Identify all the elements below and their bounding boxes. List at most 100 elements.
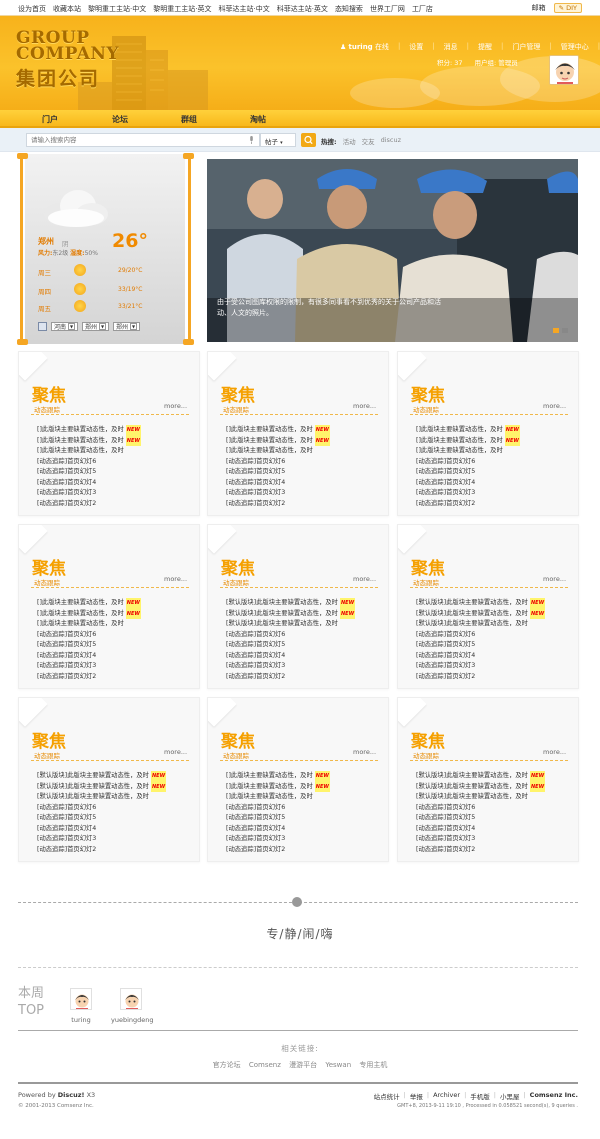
list-item[interactable]: [动态追踪]首页幻灯6 <box>226 630 355 641</box>
list-item[interactable]: [动态追踪]首页幻灯3 <box>226 834 330 845</box>
top-link-homepage[interactable]: 设为首页 <box>18 4 46 14</box>
list-item[interactable]: []此版块主要缺置动态性，及时 NEW <box>226 435 330 446</box>
top-link-kefeida-en[interactable]: 科菲达主站·英文 <box>277 4 328 14</box>
list-item[interactable]: [默认版块]此版块主要缺置动态性，及时 NEW <box>226 608 356 619</box>
top-link-liming-en[interactable]: 黎明重工主站·英文 <box>153 4 211 14</box>
related-link[interactable]: Comsenz <box>249 1061 281 1069</box>
list-item[interactable]: [默认版块]此版块主要缺置动态性，及时 NEW <box>416 771 546 782</box>
list-item[interactable]: []此版块主要缺置动态性，及时 NEW <box>37 608 141 619</box>
user-status[interactable]: ♟ turing 在线 <box>340 42 389 52</box>
search-type-select[interactable]: 帖子 ▾ <box>260 133 296 147</box>
list-item[interactable]: [默认版块]此版块主要缺置动态性，及时 NEW <box>226 598 356 609</box>
top-user[interactable]: turing <box>61 988 101 1024</box>
footer-link-mobile[interactable]: 手机版 <box>470 1091 490 1101</box>
list-item[interactable]: [动态追踪]首页幻灯3 <box>226 488 330 499</box>
mail-link[interactable]: 邮箱 <box>532 3 546 13</box>
list-item[interactable]: [默认版块]此版块主要缺置动态性，及时 NEW <box>37 771 167 782</box>
list-item[interactable]: [动态追踪]首页幻灯4 <box>37 824 166 835</box>
more-link[interactable]: more... <box>164 402 187 410</box>
top-user[interactable]: yuebingdeng <box>111 988 154 1024</box>
list-item[interactable]: [动态追踪]首页幻灯3 <box>416 834 545 845</box>
list-item[interactable]: [动态追踪]首页幻灯6 <box>416 803 545 814</box>
top-link-liming-cn[interactable]: 黎明重工主站·中文 <box>88 4 146 14</box>
list-item[interactable]: [默认版块]此版块主要缺置动态性，及时 <box>416 619 545 630</box>
list-item[interactable]: [动态追踪]首页幻灯4 <box>416 651 545 662</box>
list-item[interactable]: [动态追踪]首页幻灯5 <box>226 813 330 824</box>
slide-dot[interactable] <box>562 328 568 333</box>
hot-word[interactable]: discuz <box>381 136 401 146</box>
hot-word[interactable]: 交友 <box>362 136 375 146</box>
more-link[interactable]: more... <box>353 748 376 756</box>
list-item[interactable]: [动态追踪]首页幻灯3 <box>37 834 166 845</box>
province-select[interactable]: 河南 ▼ <box>51 322 79 331</box>
nav-item-groups[interactable]: 群组 <box>181 114 197 125</box>
hot-word[interactable]: 活动 <box>343 136 356 146</box>
avatar[interactable] <box>549 55 579 85</box>
list-item[interactable]: []此版块主要缺置动态性，及时 NEW <box>226 781 330 792</box>
list-item[interactable]: [动态追踪]首页幻灯4 <box>37 651 141 662</box>
list-item[interactable]: [默认版块]此版块主要缺置动态性，及时 <box>416 792 545 803</box>
list-item[interactable]: [动态追踪]首页幻灯5 <box>226 640 355 651</box>
list-item[interactable]: []此版块主要缺置动态性，及时 NEW <box>226 771 330 782</box>
list-item[interactable]: [默认版块]此版块主要缺置动态性，及时 <box>226 619 355 630</box>
list-item[interactable]: [动态追踪]首页幻灯5 <box>416 640 545 651</box>
search-icon[interactable] <box>38 322 47 331</box>
list-item[interactable]: [默认版块]此版块主要缺置动态性，及时 <box>37 792 166 803</box>
list-item[interactable]: []此版块主要缺置动态性，及时 <box>226 446 330 457</box>
related-link[interactable]: 漫游平台 <box>289 1061 317 1069</box>
top-link-factory-store[interactable]: 工厂店 <box>412 4 433 14</box>
top-link-kefeida-cn[interactable]: 科菲达主站·中文 <box>218 4 269 14</box>
list-item[interactable]: []此版块主要缺置动态性，及时 NEW <box>416 425 520 436</box>
list-item[interactable]: [动态追踪]首页幻灯6 <box>37 803 166 814</box>
list-item[interactable]: [动态追踪]首页幻灯4 <box>37 478 141 489</box>
list-item[interactable]: [动态追踪]首页幻灯2 <box>416 672 545 683</box>
credits-link[interactable]: 积分: 37 <box>437 57 463 67</box>
list-item[interactable]: []此版块主要缺置动态性，及时 NEW <box>226 425 330 436</box>
related-link[interactable]: Yeswan <box>325 1061 351 1069</box>
footer-link-archiver[interactable]: Archiver <box>433 1091 460 1101</box>
list-item[interactable]: [动态追踪]首页幻灯2 <box>37 499 141 510</box>
more-link[interactable]: more... <box>543 402 566 410</box>
user-group-link[interactable]: 用户组: 管理员 <box>475 57 518 67</box>
related-link[interactable]: 官方论坛 <box>213 1061 241 1069</box>
list-item[interactable]: [动态追踪]首页幻灯4 <box>226 478 330 489</box>
more-link[interactable]: more... <box>164 748 187 756</box>
list-item[interactable]: [动态追踪]首页幻灯6 <box>416 457 520 468</box>
top-link-search[interactable]: 态知搜索 <box>335 4 363 14</box>
notifications-link[interactable]: 提醒 <box>478 42 492 52</box>
diy-button[interactable]: ✎ DIY <box>553 3 582 13</box>
list-item[interactable]: [动态追踪]首页幻灯5 <box>226 467 330 478</box>
footer-link-comsenz[interactable]: Comsenz Inc. <box>530 1091 578 1101</box>
list-item[interactable]: [动态追踪]首页幻灯4 <box>226 651 355 662</box>
settings-link[interactable]: 设置 <box>409 42 423 52</box>
powered-name[interactable]: Discuz! <box>58 1091 85 1099</box>
list-item[interactable]: [动态追踪]首页幻灯5 <box>37 467 141 478</box>
list-item[interactable]: [动态追踪]首页幻灯5 <box>416 813 545 824</box>
district-select[interactable]: 郑州 ▼ <box>113 322 141 331</box>
more-link[interactable]: more... <box>164 575 187 583</box>
list-item[interactable]: []此版块主要缺置动态性，及时 <box>226 792 330 803</box>
list-item[interactable]: [动态追踪]首页幻灯4 <box>416 478 520 489</box>
list-item[interactable]: [动态追踪]首页幻灯4 <box>226 824 330 835</box>
footer-link-stats[interactable]: 站点统计 <box>374 1091 400 1101</box>
list-item[interactable]: []此版块主要缺置动态性，及时 <box>37 619 141 630</box>
photo-slideshow[interactable]: 由于受公司图库权限的限制，有很多同事看不到优秀的关于公司产品和活动、人文的照片。 <box>207 159 578 342</box>
site-logo[interactable]: GROUP COMPANY 集团公司 <box>16 30 119 91</box>
list-item[interactable]: [动态追踪]首页幻灯3 <box>37 661 141 672</box>
list-item[interactable]: [动态追踪]首页幻灯6 <box>37 457 141 468</box>
list-item[interactable]: [动态追踪]首页幻灯2 <box>416 499 520 510</box>
list-item[interactable]: []此版块主要缺置动态性，及时 <box>416 446 520 457</box>
portal-admin-link[interactable]: 门户管理 <box>512 42 540 52</box>
admin-center-link[interactable]: 管理中心 <box>561 42 589 52</box>
list-item[interactable]: [动态追踪]首页幻灯2 <box>226 672 355 683</box>
search-input[interactable] <box>26 133 260 147</box>
more-link[interactable]: more... <box>543 575 566 583</box>
list-item[interactable]: [动态追踪]首页幻灯3 <box>226 661 355 672</box>
list-item[interactable]: [动态追踪]首页幻灯3 <box>416 661 545 672</box>
list-item[interactable]: []此版块主要缺置动态性，及时 <box>37 446 141 457</box>
related-link[interactable]: 专用主机 <box>359 1061 387 1069</box>
more-link[interactable]: more... <box>543 748 566 756</box>
list-item[interactable]: [动态追踪]首页幻灯2 <box>226 499 330 510</box>
list-item[interactable]: [默认版块]此版块主要缺置动态性，及时 NEW <box>37 781 167 792</box>
list-item[interactable]: [动态追踪]首页幻灯2 <box>416 845 545 856</box>
